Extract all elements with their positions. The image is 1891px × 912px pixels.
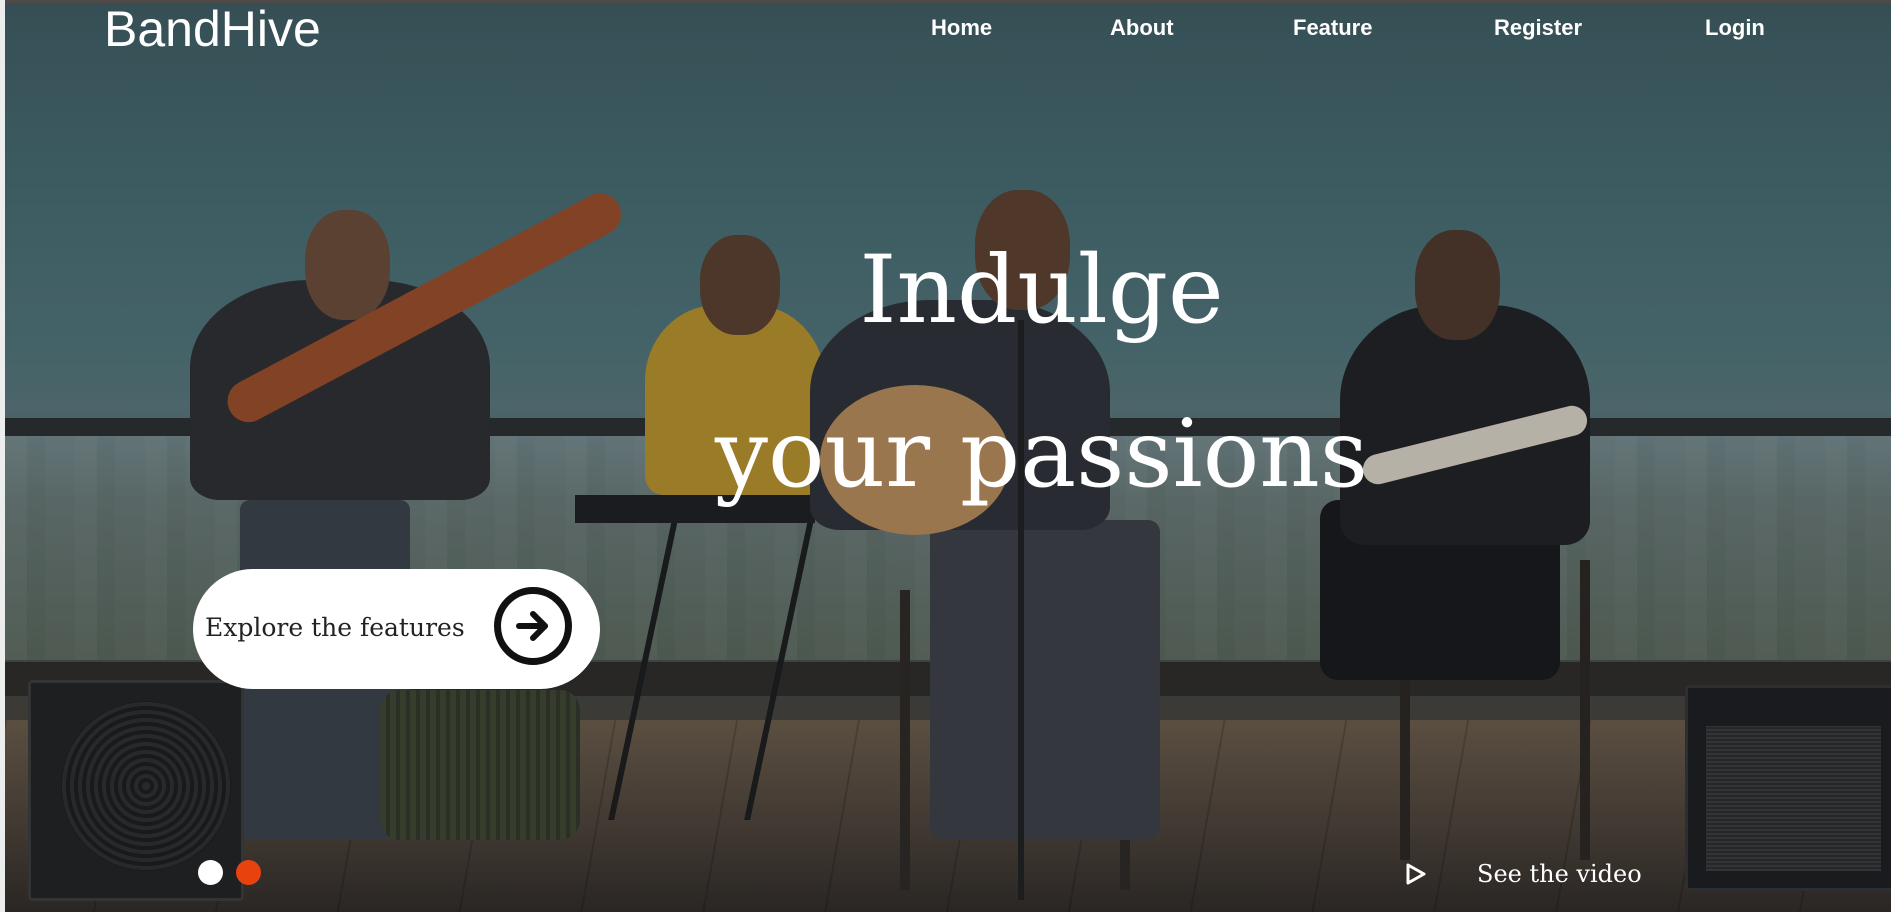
left-edge (0, 0, 5, 912)
nav-login[interactable]: Login (1705, 13, 1765, 43)
explore-features-label: Explore the features (205, 613, 465, 642)
explore-features-button[interactable]: Explore the features (193, 569, 600, 689)
hero-headline-line2: your passions (714, 400, 1369, 509)
arrow-right-icon (516, 611, 548, 641)
brand-logo[interactable]: BandHive (104, 0, 321, 58)
nav-register[interactable]: Register (1494, 13, 1582, 43)
nav-feature[interactable]: Feature (1293, 13, 1372, 43)
nav-home[interactable]: Home (931, 13, 992, 43)
play-icon (1406, 863, 1426, 885)
slider-dot-2[interactable] (236, 860, 261, 885)
hero-headline-line1: Indulge (859, 236, 1224, 345)
arrow-right-circle-icon (494, 587, 572, 665)
see-video-label: See the video (1477, 860, 1642, 888)
nav-about[interactable]: About (1110, 13, 1174, 43)
slider-dot-1[interactable] (198, 860, 223, 885)
